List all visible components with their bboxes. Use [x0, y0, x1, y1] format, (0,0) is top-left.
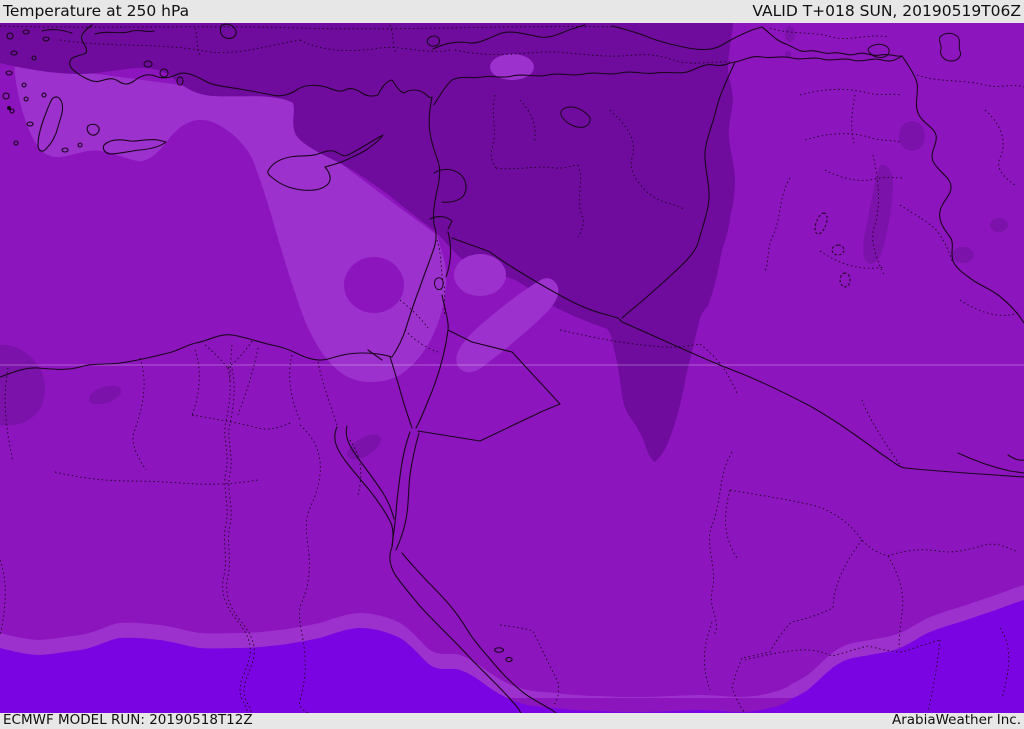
- header-bar: Temperature at 250 hPa VALID T+018 SUN, …: [0, 0, 1024, 23]
- cold-blob-small-2: [785, 51, 791, 57]
- cold-blob-small-3: [990, 218, 1008, 232]
- map-canvas: [0, 23, 1024, 713]
- footer-bar: ECMWF MODEL RUN: 20190518T12Z ArabiaWeat…: [0, 713, 1024, 729]
- cold-blob-kirkuk: [899, 121, 925, 151]
- islet-dot: [6, 105, 12, 111]
- mild-patch-galilee: [454, 254, 506, 296]
- cold-blob-small-4: [952, 247, 974, 263]
- credit-label: ArabiaWeather Inc.: [891, 712, 1021, 729]
- valid-time-label: VALID T+018 SUN, 20190519T06Z: [752, 1, 1021, 20]
- cold-blob-small-1: [785, 26, 795, 42]
- base-patch-east-med: [344, 257, 404, 313]
- map-title: Temperature at 250 hPa: [3, 1, 190, 20]
- model-run-label: ECMWF MODEL RUN: 20190518T12Z: [3, 712, 253, 729]
